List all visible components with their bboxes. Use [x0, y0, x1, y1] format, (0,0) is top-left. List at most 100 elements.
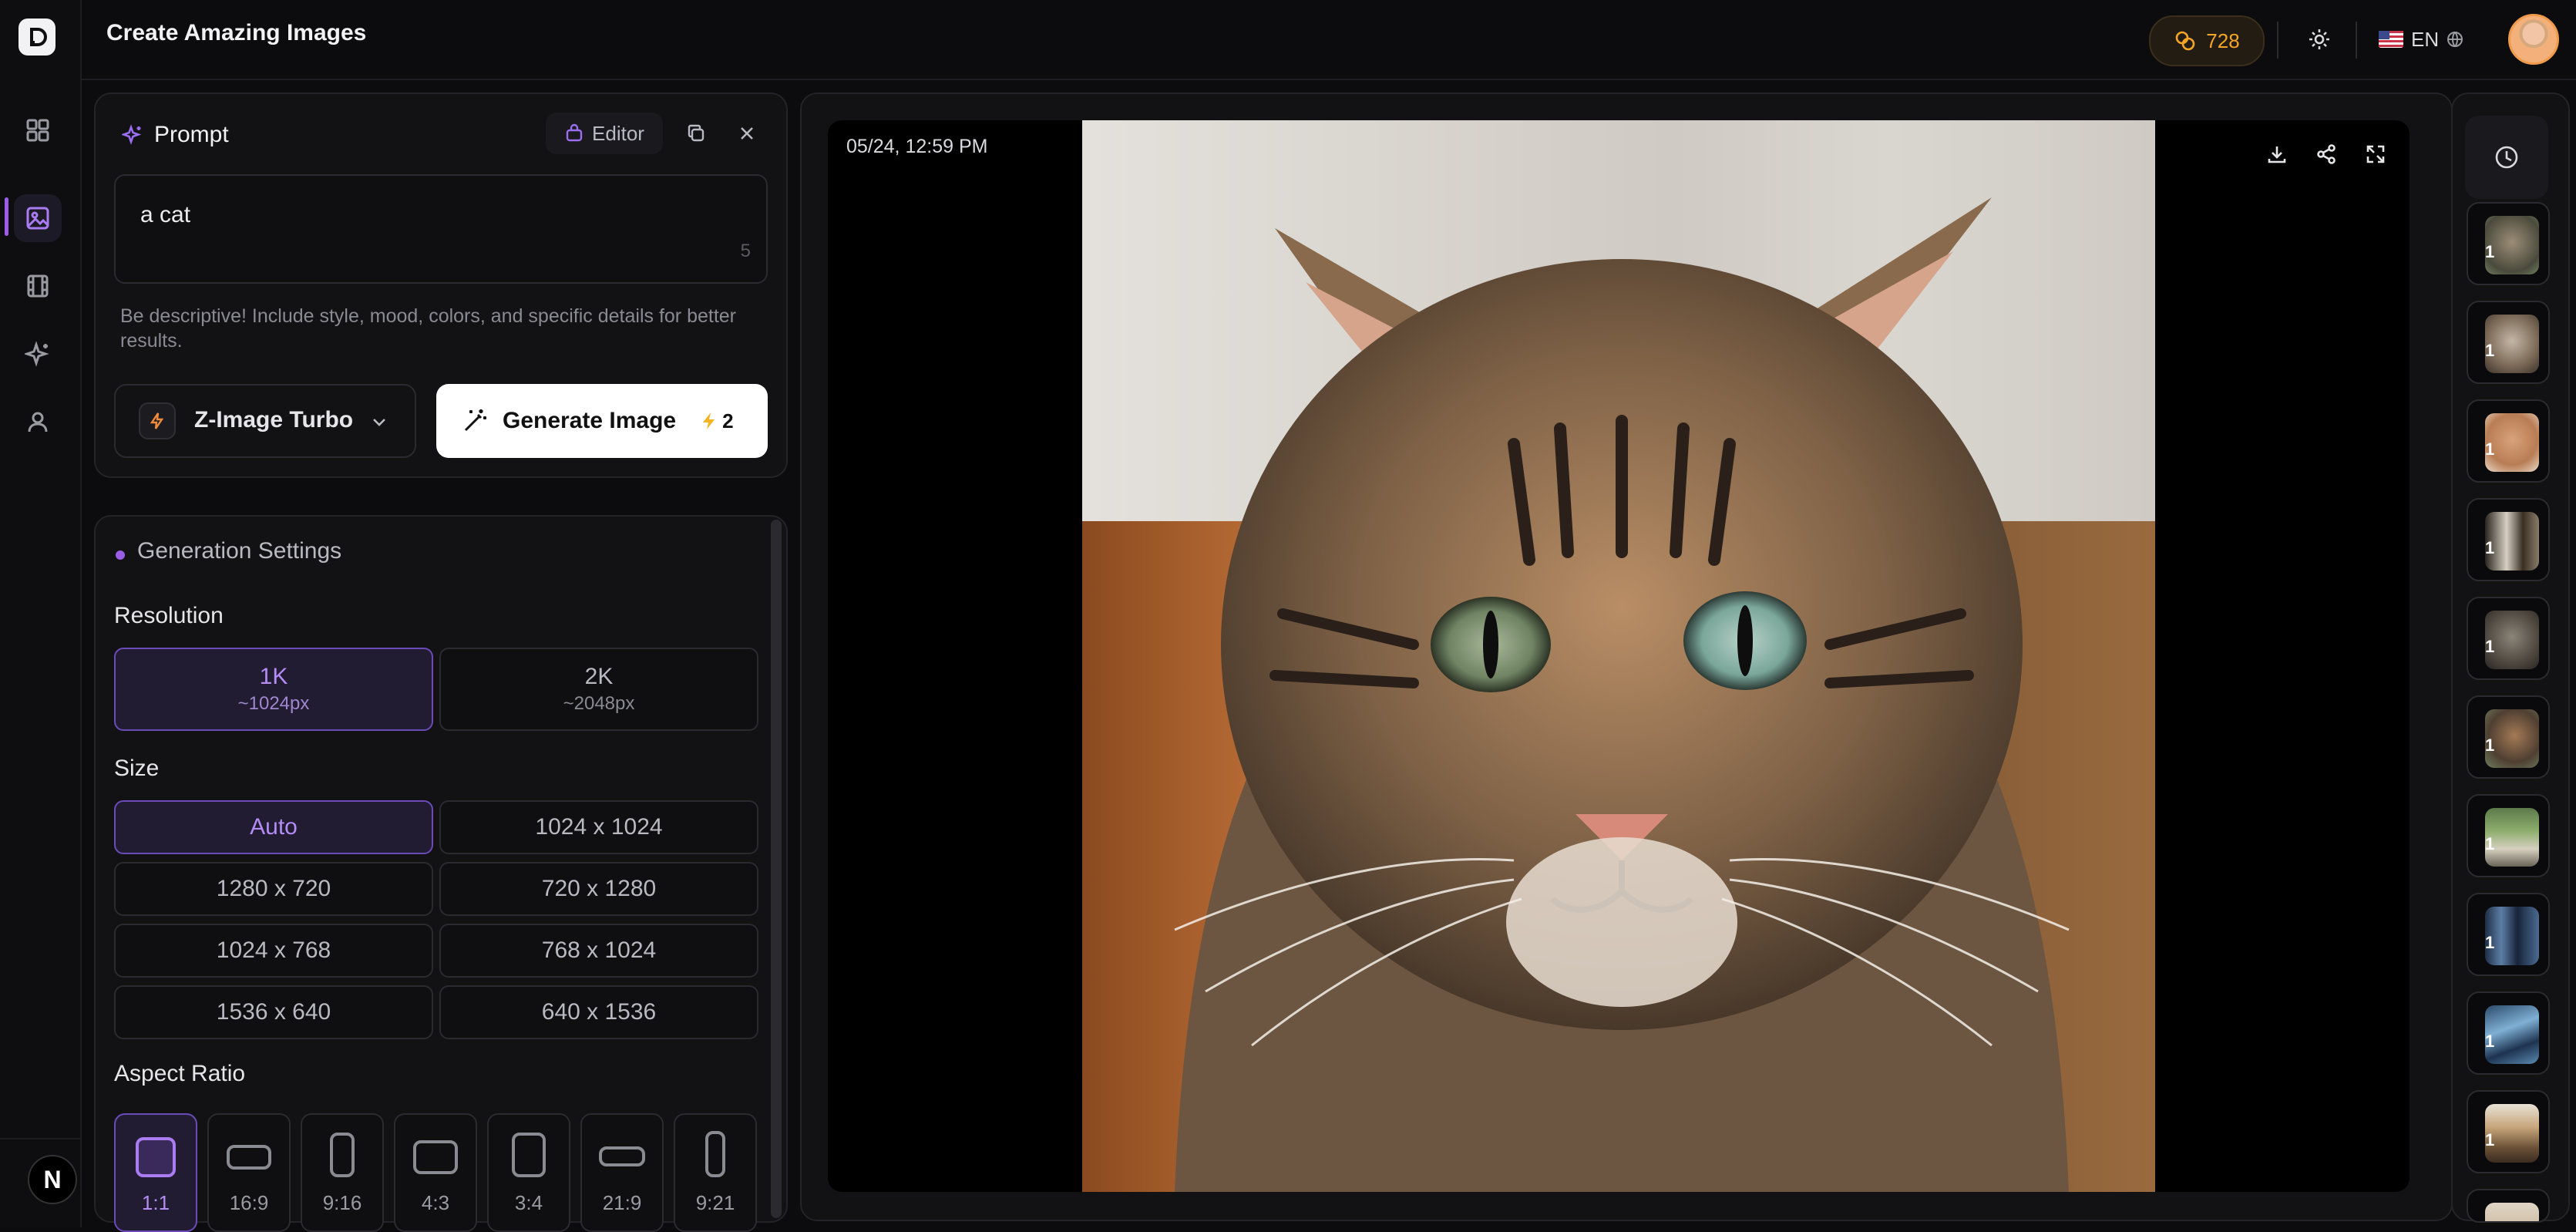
size-option[interactable]: 1024 x 1024: [439, 800, 758, 854]
size-option[interactable]: 640 x 1536: [439, 985, 758, 1039]
copy-icon: [686, 123, 706, 143]
aspect-shape: [512, 1133, 546, 1177]
editor-button[interactable]: Editor: [546, 113, 663, 154]
sun-icon: [2307, 27, 2332, 52]
model-selector[interactable]: Z-Image Turbo: [114, 384, 416, 458]
film-icon: [25, 273, 51, 299]
download-button[interactable]: [2260, 137, 2294, 171]
page-title: Create Amazing Images: [106, 20, 367, 45]
generated-cat-image[interactable]: [1082, 120, 2155, 1192]
language-selector[interactable]: EN: [2379, 22, 2463, 57]
user-avatar[interactable]: [2508, 14, 2559, 65]
resolution-option-2k[interactable]: 2K ~2048px: [439, 648, 758, 731]
resolution-option-sub: ~1024px: [237, 693, 310, 714]
share-button[interactable]: [2309, 137, 2343, 171]
resolution-option-1k[interactable]: 1K ~1024px: [114, 648, 433, 731]
size-label: Size: [114, 756, 160, 781]
history-thumbnail[interactable]: 1: [2467, 202, 2550, 285]
history-thumbnail[interactable]: 1: [2467, 1090, 2550, 1173]
size-option-label: 1280 x 720: [216, 876, 331, 901]
history-thumbnail[interactable]: 1: [2467, 695, 2550, 779]
generate-cost-value: 2: [722, 409, 734, 433]
thumbnail-count: 1: [2485, 439, 2495, 459]
coins-icon: [2174, 29, 2197, 52]
effects-nav[interactable]: [14, 330, 62, 378]
size-option[interactable]: Auto: [114, 800, 433, 854]
image-viewer-panel: 05/24, 12:59 PM: [800, 93, 2453, 1221]
aspect-option-3-4[interactable]: 3:4: [487, 1113, 570, 1232]
grid-icon: [25, 117, 51, 143]
size-option-label: 1536 x 640: [216, 999, 331, 1025]
thumbnail-count: 1: [2485, 1130, 2495, 1150]
aspect-label: 3:4: [514, 1191, 543, 1214]
aspect-option-1-1[interactable]: 1:1: [114, 1113, 197, 1232]
aspect-option-9-21[interactable]: 9:21: [674, 1113, 757, 1232]
expand-icon: [2365, 143, 2386, 165]
aspect-option-16-9[interactable]: 16:9: [207, 1113, 291, 1232]
generate-image-button[interactable]: Generate Image 2: [436, 384, 768, 458]
dashboard-nav[interactable]: [14, 106, 62, 154]
history-button[interactable]: [2465, 116, 2548, 199]
user-avatar-bottom[interactable]: N: [28, 1155, 77, 1204]
prompt-hint: Be descriptive! Include style, mood, col…: [120, 305, 736, 352]
size-option[interactable]: 1280 x 720: [114, 862, 433, 916]
left-rail: N: [0, 0, 82, 1227]
aspect-label: 1:1: [141, 1191, 170, 1214]
divider: [2356, 22, 2357, 59]
char-count: 5: [740, 241, 751, 261]
thumbnail-count: 1: [2485, 637, 2495, 656]
clock-icon: [2494, 144, 2520, 170]
aspect-shape: [705, 1131, 725, 1177]
history-thumbnail[interactable]: 1: [2467, 498, 2550, 581]
history-thumbnail[interactable]: 1: [2467, 399, 2550, 483]
editor-label: Editor: [592, 121, 644, 145]
history-thumbnail[interactable]: 1: [2467, 893, 2550, 976]
image-canvas: 05/24, 12:59 PM: [828, 120, 2410, 1192]
globe-icon: [2447, 31, 2463, 48]
resolution-option-label: 2K: [584, 664, 614, 689]
fullscreen-button[interactable]: [2359, 137, 2393, 171]
app-logo[interactable]: [18, 19, 55, 56]
prompt-title: Prompt: [154, 122, 229, 147]
copy-button[interactable]: [675, 113, 717, 154]
size-option[interactable]: 1536 x 640: [114, 985, 433, 1039]
size-option[interactable]: 1024 x 768: [114, 924, 433, 978]
prompt-header: Prompt: [122, 122, 229, 148]
aspect-shape: [599, 1146, 645, 1166]
user-initial: N: [43, 1165, 62, 1193]
aspect-option-9-16[interactable]: 9:16: [301, 1113, 384, 1232]
clear-button[interactable]: [726, 113, 768, 154]
credits-count: 728: [2206, 29, 2240, 52]
history-thumbnail[interactable]: [2467, 1189, 2550, 1223]
theme-toggle[interactable]: [2300, 20, 2339, 59]
profile-nav[interactable]: [14, 398, 62, 446]
history-thumbnail[interactable]: 1: [2467, 794, 2550, 877]
section-dot: [116, 550, 125, 560]
credits-badge[interactable]: 728: [2149, 15, 2265, 66]
user-icon: [25, 409, 51, 435]
divider: [2277, 22, 2278, 59]
size-option[interactable]: 720 x 1280: [439, 862, 758, 916]
thumbnail-count: 1: [2485, 538, 2495, 557]
aspect-shape: [136, 1137, 176, 1177]
history-thumbnail[interactable]: 1: [2467, 991, 2550, 1075]
aspect-option-4-3[interactable]: 4:3: [394, 1113, 477, 1232]
thumbnail-count: 1: [2485, 341, 2495, 360]
image-generator-nav[interactable]: [14, 194, 62, 242]
model-name: Z-Image Turbo: [194, 407, 354, 433]
history-thumbnail[interactable]: 1: [2467, 301, 2550, 384]
aspect-option-21-9[interactable]: 21:9: [580, 1113, 664, 1232]
size-option[interactable]: 768 x 1024: [439, 924, 758, 978]
us-flag-icon: [2379, 31, 2403, 48]
share-icon: [2315, 143, 2337, 165]
generate-cost: 2: [701, 409, 734, 433]
scrollbar[interactable]: [771, 520, 782, 1218]
prompt-textarea[interactable]: a cat 5: [114, 174, 768, 284]
download-icon: [2266, 143, 2288, 165]
history-thumbnail[interactable]: 1: [2467, 597, 2550, 680]
sparkle-icon: [122, 124, 143, 146]
aspect-shape: [227, 1145, 271, 1170]
video-nav[interactable]: [14, 262, 62, 310]
resolution-option-label: 1K: [259, 664, 288, 689]
image-icon: [25, 205, 51, 231]
